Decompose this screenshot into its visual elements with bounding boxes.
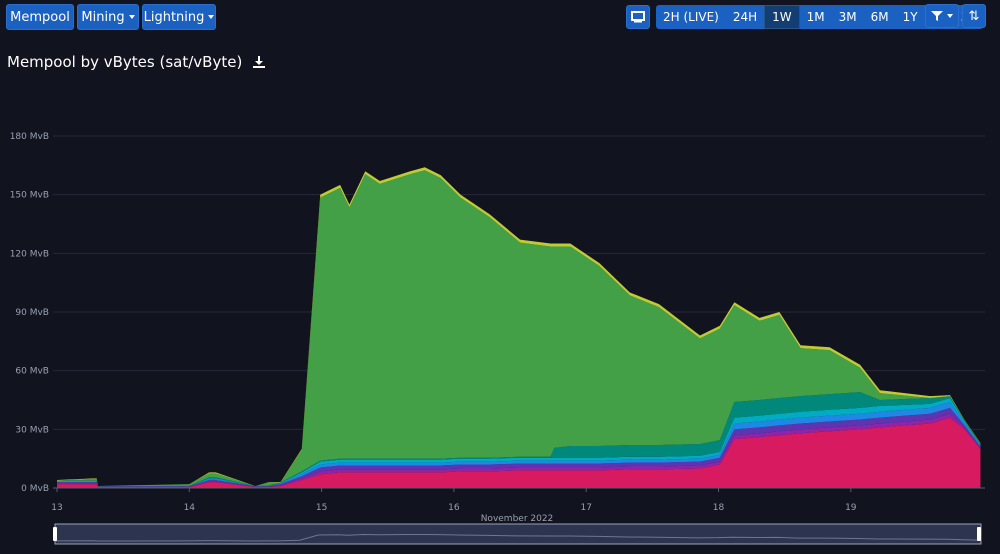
- x-tick-label: 14: [184, 503, 196, 513]
- navigator-right-handle[interactable]: [977, 527, 981, 541]
- y-tick-label: 90 MvB: [15, 308, 49, 318]
- x-axis-label: November 2022: [481, 514, 554, 524]
- x-tick-label: 16: [448, 503, 460, 513]
- x-tick-label: 19: [845, 503, 857, 513]
- y-tick-label: 150 MvB: [10, 191, 49, 201]
- y-tick-label: 30 MvB: [15, 425, 49, 435]
- mempool-chart: 0 MvB 30 MvB 60 MvB 90 MvB 120 MvB 150 MvB 180…: [10, 132, 985, 545]
- y-tick-label: 120 MvB: [10, 249, 49, 259]
- y-tick-label: 0 MvB: [21, 484, 49, 494]
- y-tick-label: 60 MvB: [15, 367, 49, 377]
- x-tick-label: 15: [316, 503, 327, 513]
- navigator-left-handle[interactable]: [53, 527, 57, 541]
- x-tick-label: 13: [51, 503, 62, 513]
- x-tick-label: 18: [713, 503, 725, 513]
- x-tick-label: 17: [580, 503, 591, 513]
- y-tick-label: 180 MvB: [10, 132, 49, 142]
